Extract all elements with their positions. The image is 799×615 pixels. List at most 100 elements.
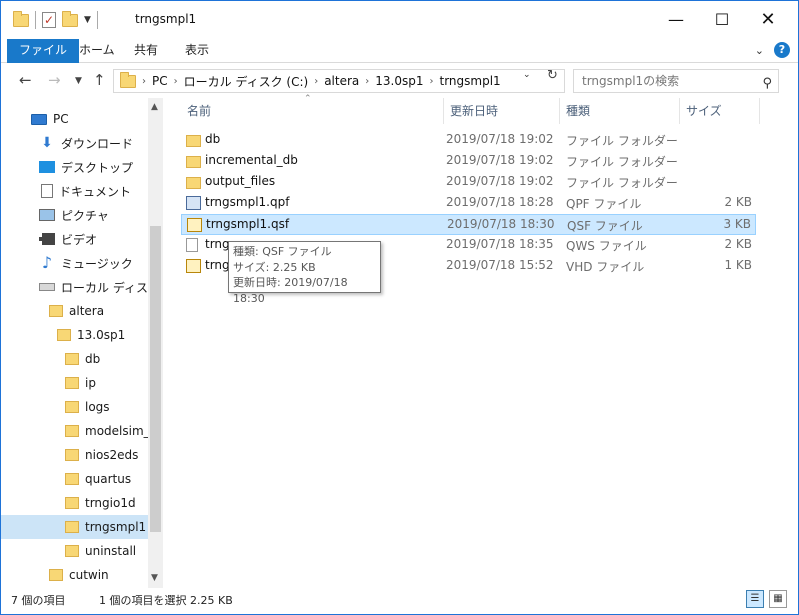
- file-list: ⌃ 名前 更新日時 種類 サイズ db 2019/07/18 19:02 ファイ…: [164, 94, 798, 588]
- up-arrow-icon[interactable]: ↑: [93, 71, 106, 89]
- breadcrumb-pc[interactable]: PC: [152, 74, 168, 88]
- breadcrumb-local-disk[interactable]: ローカル ディスク (C:): [184, 73, 309, 90]
- refresh-icon[interactable]: ↻: [547, 68, 563, 83]
- properties-check-icon[interactable]: ✓: [42, 12, 56, 28]
- ribbon-tabs: ファイル ホーム 共有 表示 ⌄ ?: [1, 39, 798, 63]
- scroll-down-icon[interactable]: ▼: [151, 573, 158, 583]
- forward-arrow-icon[interactable]: →: [48, 71, 61, 89]
- tab-view[interactable]: 表示: [173, 39, 221, 63]
- breadcrumb-altera[interactable]: altera: [324, 74, 359, 88]
- sidebar-item-db[interactable]: db: [1, 347, 148, 371]
- recent-locations-icon[interactable]: ▼: [75, 76, 82, 86]
- sidebar-item-nios2eds[interactable]: nios2eds: [1, 443, 148, 467]
- sidebar-item-documents[interactable]: ドキュメント: [1, 179, 148, 203]
- sidebar-item-label: trngio1d: [85, 496, 136, 510]
- sidebar-item-ip[interactable]: ip: [1, 371, 148, 395]
- sidebar-item-videos[interactable]: ビデオ: [1, 227, 148, 251]
- search-input[interactable]: trngsmpl1の検索 ⚲: [573, 69, 779, 93]
- tab-home[interactable]: ホーム: [67, 39, 127, 63]
- sidebar-item-label: trngsmpl1: [85, 520, 147, 534]
- file-type: ファイル フォルダー: [566, 176, 678, 190]
- sidebar-item-label: ip: [85, 376, 96, 390]
- search-icon[interactable]: ⚲: [762, 73, 772, 95]
- tooltip-modified: 更新日時: 2019/07/18 18:30: [233, 276, 348, 305]
- sidebar-item-logs[interactable]: logs: [1, 395, 148, 419]
- file-date: 2019/07/18 18:35: [446, 237, 554, 251]
- chevron-right-icon[interactable]: ›: [365, 76, 369, 87]
- column-header-name[interactable]: 名前: [181, 98, 444, 124]
- table-row[interactable]: db 2019/07/18 19:02 ファイル フォルダー: [181, 130, 756, 151]
- folder-icon: [65, 521, 79, 533]
- file-type: QWS ファイル: [566, 239, 647, 253]
- expand-ribbon-icon[interactable]: ⌄: [755, 44, 764, 57]
- sidebar-item-desktop[interactable]: デスクトップ: [1, 155, 148, 179]
- file-size: 2 KB: [724, 195, 752, 209]
- column-header-type[interactable]: 種類: [560, 98, 680, 124]
- sidebar-item-trngio1d[interactable]: trngio1d: [1, 491, 148, 515]
- file-date: 2019/07/18 19:02: [446, 132, 554, 146]
- help-icon[interactable]: ?: [774, 42, 790, 58]
- sidebar-item-downloads[interactable]: ⬇ ダウンロード: [1, 131, 148, 155]
- customize-qat-icon[interactable]: ▼: [84, 15, 91, 25]
- file-name: trngsmpl1.qpf: [205, 195, 290, 209]
- breadcrumb-13-0sp1[interactable]: 13.0sp1: [375, 74, 423, 88]
- file-type: ファイル フォルダー: [566, 155, 678, 169]
- status-bar: 7 個の項目 1 個の項目を選択 2.25 KB ☰ ▦: [1, 588, 798, 614]
- address-bar[interactable]: › PC › ローカル ディスク (C:) › altera › 13.0sp1…: [113, 69, 565, 93]
- qws-file-icon: [186, 238, 198, 252]
- file-date: 2019/07/18 15:52: [446, 258, 554, 272]
- sidebar-item-13-0sp1[interactable]: 13.0sp1: [1, 323, 148, 347]
- sidebar-item-altera[interactable]: altera: [1, 299, 148, 323]
- file-name: db: [205, 132, 221, 146]
- sidebar-item-quartus[interactable]: quartus: [1, 467, 148, 491]
- scrollbar-thumb[interactable]: [150, 226, 161, 532]
- table-row[interactable]: output_files 2019/07/18 19:02 ファイル フォルダー: [181, 172, 756, 193]
- tooltip-size: サイズ: 2.25 KB: [233, 260, 316, 274]
- sidebar-item-modelsim[interactable]: modelsim_a: [1, 419, 148, 443]
- music-icon: ♪: [41, 253, 53, 272]
- sidebar-item-local-disk[interactable]: ローカル ディスク (C: [1, 275, 148, 299]
- chevron-right-icon[interactable]: ›: [430, 76, 434, 87]
- large-icons-view-icon[interactable]: ▦: [769, 590, 787, 608]
- sidebar-scrollbar[interactable]: ▲ ▼: [148, 98, 163, 588]
- back-arrow-icon[interactable]: ←: [19, 71, 32, 89]
- breadcrumb-trngsmpl1[interactable]: trngsmpl1: [440, 74, 501, 88]
- sidebar-item-label: PC: [53, 112, 69, 126]
- sidebar-item-music[interactable]: ♪ ミュージック: [1, 251, 148, 275]
- details-view-icon[interactable]: ☰: [746, 590, 764, 608]
- navigation-pane: PC ⬇ ダウンロード デスクトップ ドキュメント ピクチャ ビデオ ♪ ミュージッ…: [1, 98, 164, 588]
- sidebar-item-pc[interactable]: PC: [1, 107, 148, 131]
- table-row-selected[interactable]: trngsmpl1.qsf 2019/07/18 18:30 QSF ファイル …: [181, 214, 756, 235]
- qpf-file-icon: [186, 196, 201, 210]
- sidebar-item-cutwin[interactable]: cutwin: [1, 563, 148, 587]
- close-button[interactable]: ✕: [745, 1, 791, 39]
- folder-icon: [57, 329, 71, 341]
- table-row[interactable]: incremental_db 2019/07/18 19:02 ファイル フォル…: [181, 151, 756, 172]
- file-type: ファイル フォルダー: [566, 134, 678, 148]
- new-folder-icon[interactable]: [62, 10, 78, 27]
- sidebar-item-label: quartus: [85, 472, 132, 486]
- tab-share[interactable]: 共有: [122, 39, 170, 63]
- sidebar-item-uninstall[interactable]: uninstall: [1, 539, 148, 563]
- document-icon: [41, 184, 53, 198]
- folder-icon[interactable]: [13, 10, 29, 27]
- address-dropdown-icon[interactable]: ⌄: [523, 70, 531, 80]
- sidebar-item-label: ミュージック: [61, 256, 133, 271]
- scroll-up-icon[interactable]: ▲: [151, 102, 158, 112]
- quick-access-toolbar: ✓ ▼: [13, 10, 98, 29]
- sidebar-item-trngsmpl1[interactable]: trngsmpl1: [1, 515, 148, 539]
- maximize-button[interactable]: ☐: [699, 1, 745, 39]
- chevron-right-icon[interactable]: ›: [174, 76, 178, 87]
- chevron-right-icon[interactable]: ›: [142, 76, 146, 87]
- sidebar-item-label: ピクチャ: [61, 208, 109, 223]
- column-header-size[interactable]: サイズ: [680, 98, 760, 124]
- file-name: output_files: [205, 174, 276, 188]
- column-header-date[interactable]: 更新日時: [444, 98, 560, 124]
- sidebar-item-pictures[interactable]: ピクチャ: [1, 203, 148, 227]
- sidebar-item-label: db: [85, 352, 101, 366]
- vhd-file-icon: [186, 259, 201, 273]
- table-row[interactable]: trngsmpl1.qpf 2019/07/18 18:28 QPF ファイル …: [181, 193, 756, 214]
- pc-icon: [31, 113, 47, 125]
- chevron-right-icon[interactable]: ›: [314, 76, 318, 87]
- minimize-button[interactable]: —: [653, 1, 699, 39]
